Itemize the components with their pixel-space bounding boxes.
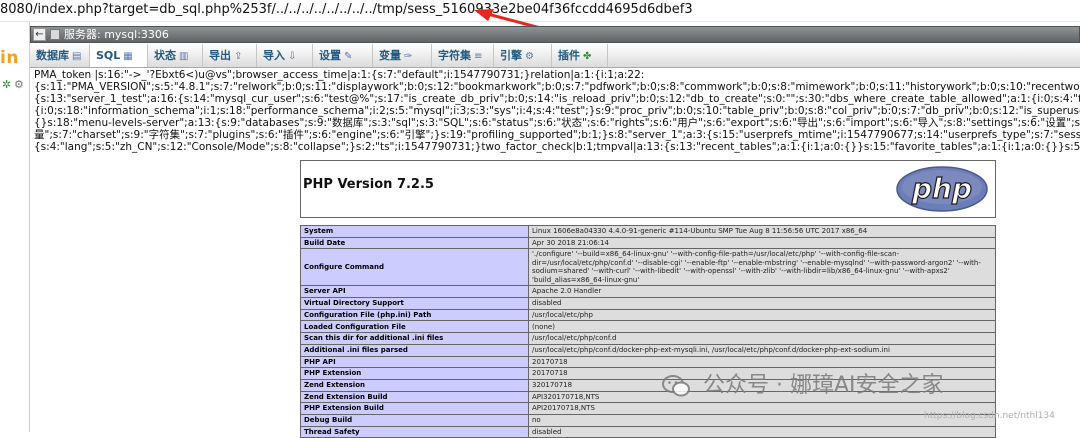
tab-export[interactable]: 导出 ⇪ — [203, 44, 257, 67]
phpinfo-row: Configure Command './configure' '--build=… — [300, 248, 996, 287]
wechat-icon — [662, 375, 690, 397]
phpinfo-value: /usr/local/etc/php/conf.d/docker-php-ext… — [528, 343, 996, 357]
phpinfo-key: Zend Extension Build — [300, 390, 529, 404]
tab-databases[interactable]: 数据库 ▤ — [30, 44, 90, 67]
php-version-title: PHP Version 7.2.5 — [303, 177, 434, 192]
phpinfo-value: Linux 1606e8a04330 4.4.0-91-generic #114… — [528, 225, 996, 238]
variables-icon: ✑ — [404, 51, 413, 62]
address-bar[interactable]: 8080/index.php?target=db_sql.php%253f/..… — [0, 0, 1080, 22]
server-breadcrumb-label[interactable]: 服务器: mysql:3306 — [64, 27, 169, 42]
phpinfo-value: Apache 2.0 Handler — [528, 285, 996, 299]
sql-icon: ▦ — [123, 51, 133, 62]
tab-charset[interactable]: 字符集 ≡ — [432, 44, 494, 67]
dump-line: {s:4:"lang";s:5:"zh_CN";s:12:"Console/Mo… — [34, 141, 1080, 153]
tab-sql[interactable]: SQL ▦ — [90, 44, 148, 67]
phpinfo-value: /usr/local/etc/php/conf.d — [528, 332, 996, 345]
phpinfo-row: Loaded Configuration File (none) — [300, 320, 996, 334]
phpinfo-key: PHP Extension — [300, 367, 529, 380]
export-icon: ⇪ — [234, 51, 243, 62]
phpinfo-row: Scan this dir for additional .ini files /… — [300, 332, 996, 345]
database-icon: ▤ — [72, 51, 82, 62]
phpinfo-key: Configuration File (php.ini) Path — [300, 308, 529, 322]
dump-line: {s:13:"server_1_test";a:16:{s:14:"mysql_… — [34, 93, 1080, 105]
phpinfo-row: Server API Apache 2.0 Handler — [300, 285, 996, 299]
phpinfo-key: Build Date — [300, 236, 529, 250]
phpinfo-key: Debug Build — [300, 413, 529, 427]
server-tab-bar: 数据库 ▤ SQL ▦ 状态 ▥ 导出 ⇪ 导入 ⇩ 设置 ✎ 变量 ✑ 字符集 ≡ 引擎 ⚙ 插… — [30, 44, 1080, 68]
reload-icon[interactable]: ✲ — [2, 78, 11, 91]
charset-icon: ≡ — [474, 51, 483, 62]
watermark-text: 公众号 · 娜璋AI安全之家 — [703, 373, 944, 398]
phpinfo-table: System Linux 1606e8a04330 4.4.0-91-generi… — [300, 225, 996, 438]
phpinfo-row: Build Date Apr 30 2018 21:06:14 — [300, 236, 996, 250]
collapse-arrow-icon[interactable]: ← — [33, 28, 46, 41]
tab-import[interactable]: 导入 ⇩ — [257, 44, 313, 67]
phpinfo-key: Configure Command — [300, 248, 529, 287]
gear-icon[interactable]: ⚙ — [14, 78, 24, 91]
phpinfo-key: Virtual Directory Support — [300, 297, 529, 310]
phpinfo-key: PHP API — [300, 355, 529, 369]
engine-icon: ⚙ — [525, 51, 534, 62]
php-logo: php — [896, 166, 988, 212]
settings-icon: ✎ — [344, 51, 353, 62]
phpinfo-row: Debug Build no — [300, 413, 996, 427]
session-file-dump: PMA_token |s:16:"->_'?Ebxt6<)u@vs";brows… — [34, 69, 1080, 153]
tab-status[interactable]: 状态 ▥ — [148, 44, 203, 67]
tab-variables[interactable]: 变量 ✑ — [373, 44, 432, 67]
phpinfo-key: Loaded Configuration File — [300, 320, 529, 334]
phpinfo-key: Server API — [300, 285, 529, 299]
server-icon — [50, 29, 60, 40]
phpinfo-value: /usr/local/etc/php — [528, 308, 996, 322]
wechat-watermark: 公众号 · 娜璋AI安全之家 — [662, 371, 1062, 405]
status-icon: ▥ — [179, 51, 189, 62]
phpinfo-key: System — [300, 225, 529, 238]
phpmyadmin-logo: in — [0, 48, 19, 68]
phpinfo-value: Apr 30 2018 21:06:14 — [528, 236, 996, 250]
navigation-sidebar: in ✲ ⚙ — [0, 22, 30, 432]
tab-engines[interactable]: 引擎 ⚙ — [494, 44, 552, 67]
dump-line: {s:11:"PMA_VERSION";s:5:"4.8.1";s:7:"rel… — [34, 81, 1080, 93]
phpinfo-key: Scan this dir for additional .ini files — [300, 332, 529, 345]
phpinfo-key: Zend Extension — [300, 378, 529, 392]
phpinfo-row: Configuration File (php.ini) Path/usr/lo… — [300, 308, 996, 322]
phpinfo-row: Virtual Directory Support disabled — [300, 297, 996, 310]
phpinfo-row: Additional .ini files parsed/usr/local/e… — [300, 343, 996, 357]
phpinfo-value: disabled — [528, 297, 996, 310]
dump-line: PMA_token |s:16:"->_'?Ebxt6<)u@vs";brows… — [34, 69, 645, 81]
svg-text:php: php — [911, 172, 972, 205]
dump-line: {}s:18:"menu-levels-server";a:13:{s:9:"d… — [34, 117, 1080, 129]
dump-line: {i:0;s:18:"information_schema";i:1;s:18:… — [34, 105, 1080, 117]
phpinfo-key: Additional .ini files parsed — [300, 343, 529, 357]
phpinfo-value: './configure' '--build=x86_64-linux-gnu'… — [528, 248, 996, 287]
phpinfo-value: (none) — [528, 320, 996, 334]
tab-plugins[interactable]: 插件 ✤ — [552, 44, 608, 67]
sidebar-icon-row: ✲ ⚙ — [0, 78, 30, 91]
server-breadcrumb: ← 服务器: mysql:3306 — [30, 26, 1080, 43]
plugins-icon: ✤ — [583, 51, 592, 62]
phpinfo-row: System Linux 1606e8a04330 4.4.0-91-generi… — [300, 225, 996, 238]
import-icon: ⇩ — [288, 51, 297, 62]
url-text[interactable]: 8080/index.php?target=db_sql.php%253f/..… — [0, 2, 693, 17]
csdn-watermark: https://blog.csdn.net/nthl134 — [924, 411, 1055, 421]
dump-line: 量";s:7:"charset";s:9:"字符集";s:7:"plugins"… — [34, 129, 1080, 141]
phpinfo-header: PHP Version 7.2.5 php — [300, 160, 996, 218]
tab-settings[interactable]: 设置 ✎ — [313, 44, 373, 67]
phpinfo-key: PHP Extension Build — [300, 402, 529, 415]
phpinfo-row: PHP API 20170718 — [300, 355, 996, 369]
phpinfo-value: 20170718 — [528, 355, 996, 369]
